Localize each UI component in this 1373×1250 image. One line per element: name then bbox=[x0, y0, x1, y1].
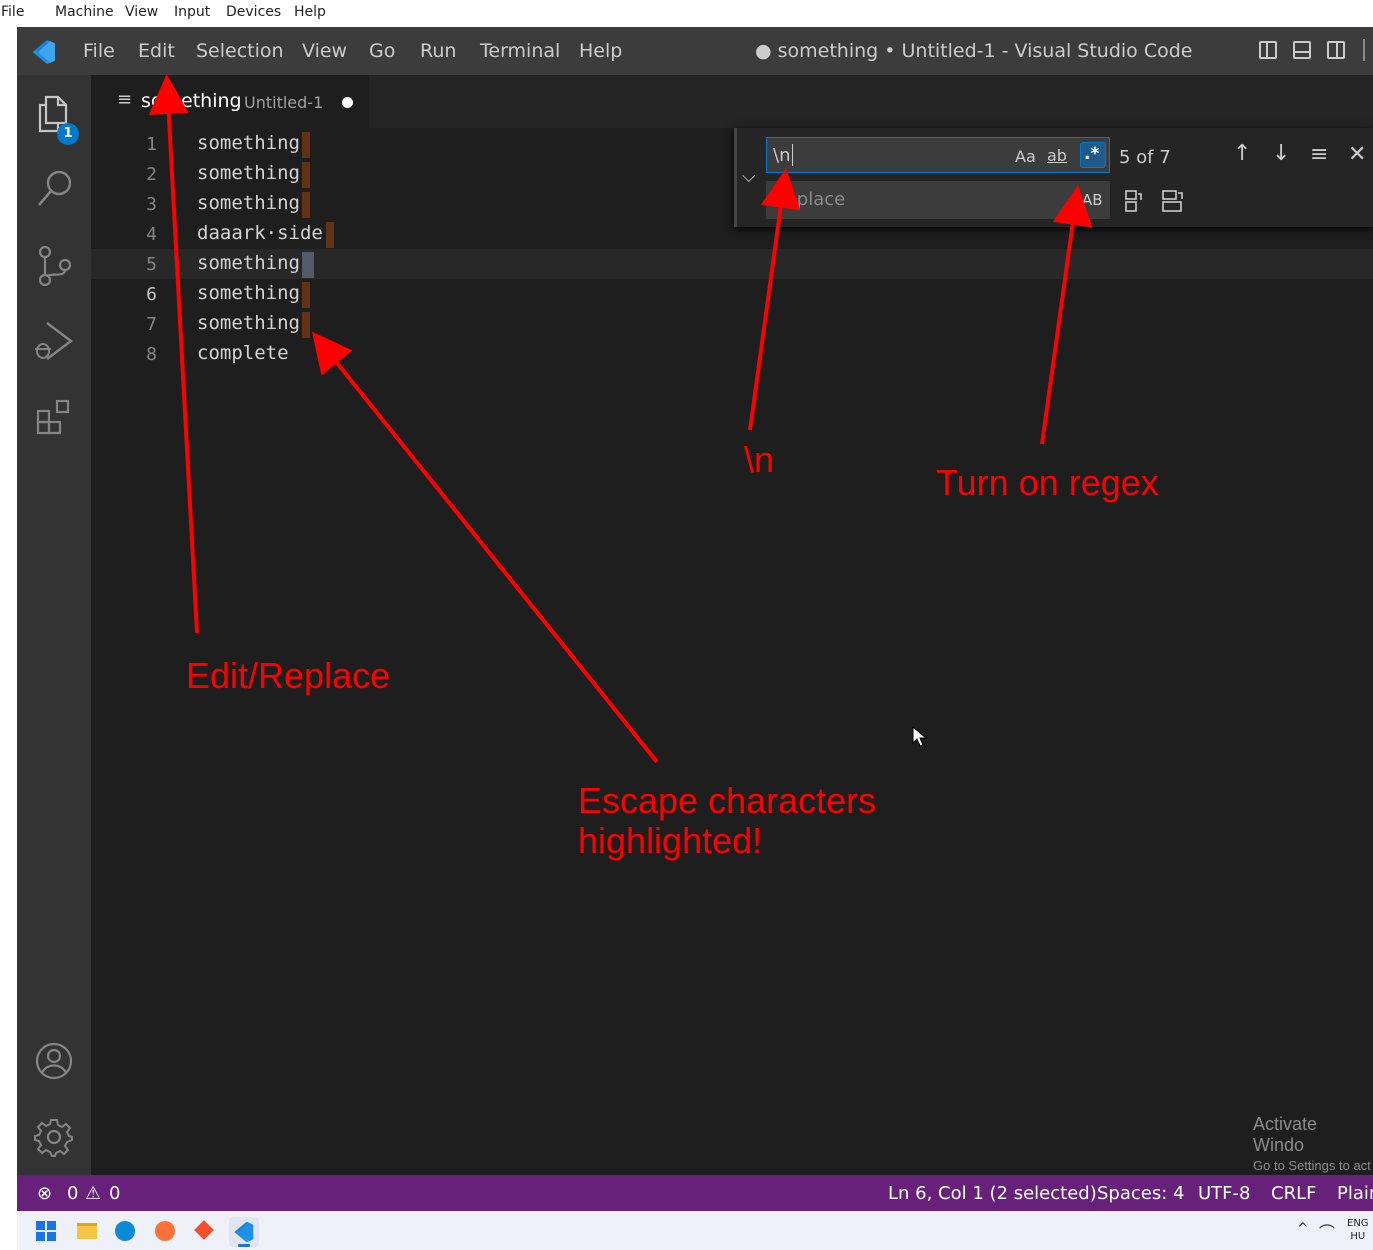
annotation-escape-line-2: highlighted! bbox=[578, 820, 763, 861]
arrow-to-find-input bbox=[748, 168, 801, 431]
arrow-to-highlights bbox=[311, 331, 659, 764]
arrow-to-regex-button bbox=[1040, 185, 1093, 445]
annotation-edit-replace: Edit/Replace bbox=[186, 655, 391, 696]
annotation-newline: \n bbox=[744, 439, 775, 480]
arrow-to-edit-menu bbox=[148, 74, 199, 634]
annotation-arrows bbox=[148, 74, 1093, 764]
annotation-turn-on-regex: Turn on regex bbox=[936, 462, 1159, 503]
annotation-escape-characters: Escape characters highlighted! bbox=[578, 781, 876, 861]
annotation-escape-line-1: Escape characters bbox=[578, 780, 877, 821]
